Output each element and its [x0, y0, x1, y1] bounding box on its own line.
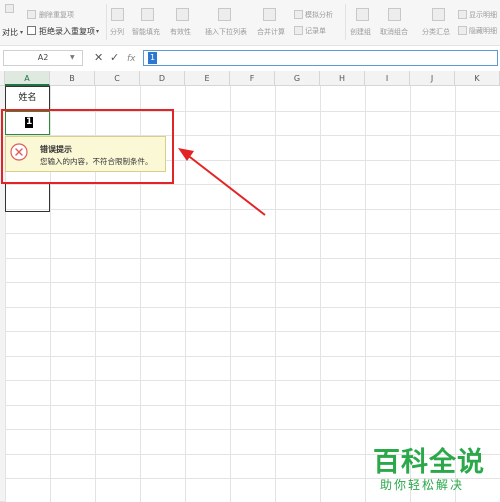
row-grid-line: [5, 184, 500, 185]
column-header-f[interactable]: F: [230, 71, 275, 86]
record-form-icon: [294, 26, 303, 35]
confirm-entry-button[interactable]: ✓: [110, 52, 119, 64]
reject-duplicates-icon: [27, 26, 36, 35]
validity-icon: [176, 8, 189, 21]
grid-line: [275, 86, 276, 502]
ungroup-icon: [388, 8, 401, 21]
function-fx-button[interactable]: fx: [127, 53, 136, 65]
formula-input[interactable]: 1: [143, 50, 498, 66]
grid-line: [230, 86, 231, 502]
subtotal-button[interactable]: 分类汇总: [422, 27, 450, 37]
reject-duplicates-button[interactable]: 拒绝录入重复项: [39, 26, 95, 37]
grid-line: [185, 86, 186, 502]
subtotal-icon: [432, 8, 445, 21]
formula-bar: A2 ▼ ✕ ✓ fx 1: [0, 47, 500, 72]
smart-fill-button[interactable]: 智能填充: [132, 27, 160, 37]
watermark-title: 百科全说: [373, 447, 485, 478]
hide-detail-icon: [458, 26, 467, 35]
column-header-c[interactable]: C: [95, 71, 140, 86]
remove-duplicates-icon: [27, 10, 36, 19]
merge-calc-button[interactable]: 合并计算: [257, 27, 285, 37]
row-grid-line: [5, 405, 500, 406]
row-grid-line: [5, 331, 500, 332]
ribbon-separator: [345, 4, 346, 40]
validity-button[interactable]: 有效性: [170, 27, 191, 37]
create-group-icon: [356, 8, 369, 21]
ribbon-separator: [106, 4, 107, 40]
compare-dropdown-icon[interactable]: ▾: [20, 29, 23, 36]
insert-dropdown-icon: [218, 8, 231, 21]
column-header-i[interactable]: I: [365, 71, 410, 86]
chevron-down-icon[interactable]: ▼: [70, 54, 75, 61]
show-detail-icon: [458, 10, 467, 19]
ribbon-toolbar: 对比 ▾ 删除重复项 拒绝录入重复项 ▾ 分列 智能填充 有效性 插入下拉列表 …: [0, 0, 500, 46]
cell-a1[interactable]: 姓名: [5, 86, 50, 111]
remove-duplicates-button[interactable]: 删除重复项: [39, 10, 74, 20]
row-grid-line: [5, 356, 500, 357]
simulate-analysis-button[interactable]: 模拟分析: [305, 10, 333, 20]
reject-duplicates-dropdown-icon[interactable]: ▾: [96, 28, 99, 35]
watermark-logo: 百科全说 助你轻松解决: [360, 440, 500, 502]
column-header-h[interactable]: H: [320, 71, 365, 86]
watermark-subtitle: 助你轻松解决: [380, 478, 465, 492]
row-grid-line: [5, 209, 500, 210]
compare-icon: [5, 4, 14, 13]
hide-detail-button[interactable]: 隐藏明细: [469, 26, 497, 36]
split-icon: [111, 8, 124, 21]
cell-a5[interactable]: [5, 183, 50, 212]
record-form-button[interactable]: 记录单: [305, 26, 326, 36]
row-grid-line: [5, 233, 500, 234]
simulate-analysis-icon: [294, 10, 303, 19]
smart-fill-icon: [141, 8, 154, 21]
grid-line: [320, 86, 321, 502]
create-group-button[interactable]: 创建组: [350, 27, 371, 37]
split-button[interactable]: 分列: [110, 27, 124, 37]
formula-value: 1: [148, 52, 158, 64]
column-header-a[interactable]: A: [5, 71, 50, 86]
merge-calc-icon: [263, 8, 276, 21]
cancel-entry-button[interactable]: ✕: [94, 52, 103, 64]
show-detail-button[interactable]: 显示明细: [469, 10, 497, 20]
row-grid-line: [5, 282, 500, 283]
column-header-b[interactable]: B: [50, 71, 95, 86]
row-grid-line: [5, 258, 500, 259]
column-header-e[interactable]: E: [185, 71, 230, 86]
insert-dropdown-button[interactable]: 插入下拉列表: [205, 27, 247, 37]
column-header-k[interactable]: K: [455, 71, 500, 86]
highlight-box: [1, 109, 174, 184]
column-header-g[interactable]: G: [275, 71, 320, 86]
ungroup-button[interactable]: 取消组合: [380, 27, 408, 37]
row-grid-line: [5, 380, 500, 381]
compare-button[interactable]: 对比: [2, 27, 18, 38]
column-header-j[interactable]: J: [410, 71, 455, 86]
column-header-d[interactable]: D: [140, 71, 185, 86]
row-grid-line: [5, 429, 500, 430]
row-grid-line: [5, 307, 500, 308]
